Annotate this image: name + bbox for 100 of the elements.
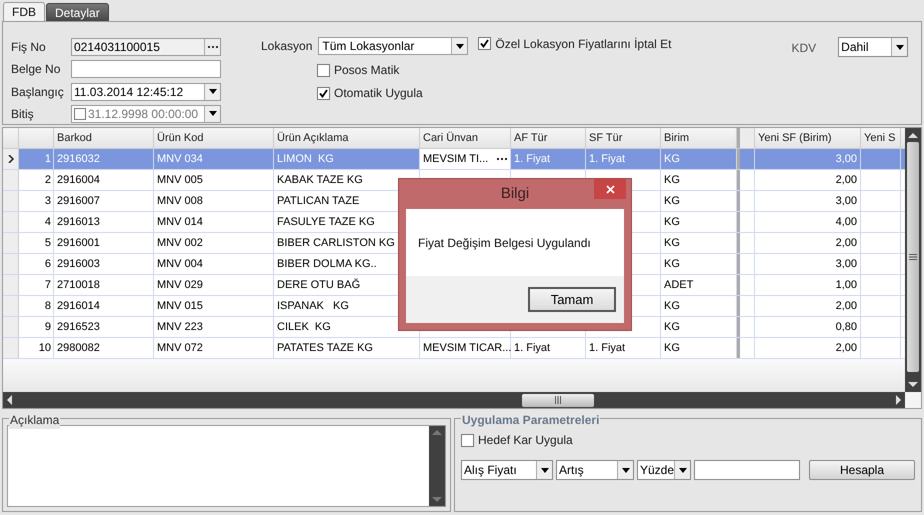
dropdown-button[interactable]: [451, 38, 468, 54]
input-field[interactable]: [71, 60, 221, 78]
table-cell-text: 2916001: [57, 236, 100, 251]
table-cell-text: 3,00: [836, 256, 857, 272]
scroll-thumb[interactable]: [522, 394, 594, 406]
check-icon: [319, 88, 328, 98]
dropdown[interactable]: Dahil: [838, 37, 908, 57]
scroll-thumb[interactable]: [907, 142, 919, 372]
checkbox[interactable]: [317, 64, 330, 76]
dropdown-button[interactable]: [674, 461, 690, 479]
vertical-scrollbar[interactable]: [905, 128, 921, 392]
scroll-right-icon[interactable]: [896, 395, 902, 405]
table-cell-text: 3,00: [836, 194, 857, 209]
checkbox[interactable]: [317, 86, 330, 100]
table-cell-text: 2916004: [57, 172, 100, 188]
field-label: Otomatik Uygula: [334, 85, 423, 102]
table-cell-text: MNV 004: [157, 256, 203, 272]
table-cell-text: KG: [664, 320, 680, 335]
table-cell-text: 2916013: [57, 214, 100, 230]
column-header[interactable]: Cari Ünvan: [420, 128, 511, 148]
caret-icon: [456, 44, 464, 48]
table-cell-text: 2,00: [836, 298, 857, 314]
dropdown[interactable]: Artış: [556, 460, 634, 480]
table-cell-text: MNV 008: [157, 194, 203, 209]
date-field[interactable]: 11.03.2014 12:45:12: [71, 82, 221, 101]
caret-icon: [208, 89, 216, 94]
table-cell-text: 2,00: [836, 172, 857, 188]
table-row[interactable]: 1 2916032 MNV 034 LIMON KG MEVSIM TI... 1. Fiyat 1. Fiyat KG 3,00: [3, 149, 905, 170]
scroll-left-icon[interactable]: [6, 395, 12, 405]
field-label: Özel Lokasyon Fiyatlarını İptal Et: [495, 37, 672, 51]
table-cell-text: KG: [664, 214, 680, 230]
dropdown-button[interactable]: [536, 461, 552, 479]
table-cell-text: 2980082: [57, 340, 100, 356]
table-cell-text: 2916014: [57, 298, 100, 314]
table-cell-text: 3,00: [836, 152, 857, 167]
dialog-message: Fiyat Değişim Belgesi Uygulandı: [418, 234, 591, 252]
tab[interactable]: FDB: [3, 2, 45, 21]
column-header[interactable]: AF Tür: [511, 128, 586, 148]
table-cell-text: KG: [664, 172, 680, 188]
input-field[interactable]: 0214031100015: [71, 38, 221, 56]
table-cell-text: KG: [664, 152, 680, 167]
field-label: Hedef Kar Uygula: [478, 432, 573, 449]
table-cell-text: 2916007: [57, 194, 100, 209]
dropdown[interactable]: Yüzde: [637, 460, 691, 480]
table-cell-text: 2916003: [57, 256, 100, 272]
ellipsis-button[interactable]: [204, 39, 220, 56]
row-number: 8: [19, 296, 54, 316]
dropdown[interactable]: Alış Fiyatı: [461, 460, 553, 480]
table-cell-text: MNV 002: [157, 236, 203, 251]
dropdown-button[interactable]: [617, 461, 633, 479]
table-cell-text: MNV 072: [157, 340, 203, 356]
table-cell-text: 4,00: [836, 214, 857, 230]
dropdown[interactable]: Tüm Lokasyonlar: [318, 37, 468, 55]
row-number: 7: [19, 275, 54, 295]
column-header[interactable]: Barkod: [54, 128, 154, 148]
table-cell-text: MEVSIM TI...: [423, 152, 490, 167]
field-label: Başlangıç: [11, 84, 65, 101]
table-cell-text: KABAK TAZE KG: [277, 172, 363, 188]
table-cell-text: DERE OTU BAĞ: [277, 278, 360, 293]
input-field[interactable]: [694, 460, 800, 480]
close-button[interactable]: [594, 179, 626, 199]
horizontal-scrollbar[interactable]: [3, 392, 905, 408]
table-cell-text: PATATES TAZE KG: [277, 340, 373, 356]
check-icon: [480, 39, 490, 48]
field-label: Posos Matik: [334, 62, 400, 79]
column-header[interactable]: Yeni SF (Birim): [755, 128, 861, 148]
column-header[interactable]: SF Tür: [586, 128, 661, 148]
table-cell-text: MNV 223: [157, 320, 203, 335]
checkbox[interactable]: [74, 108, 86, 120]
dropdown-button[interactable]: [891, 38, 908, 56]
table-cell-text: KG: [664, 298, 680, 314]
caret-icon: [896, 44, 904, 50]
field-label: Belge No: [11, 61, 62, 78]
table-cell-text: CILEK KG: [277, 320, 331, 335]
caret-icon: [208, 111, 216, 116]
column-header[interactable]: Ürün Kod: [154, 128, 274, 148]
table-cell-text: ISPANAK KG: [277, 298, 349, 314]
calculate-button[interactable]: Hesapla: [809, 460, 915, 480]
caret-icon: [622, 468, 630, 472]
checkbox[interactable]: [478, 37, 492, 50]
date-field[interactable]: 31.12.9998 00:00:00: [71, 104, 221, 123]
table-row[interactable]: 10 2980082 MNV 072 PATATES TAZE KG MEVSIM TICAR... 1. Fiyat 1. Fiyat KG 2,00: [3, 338, 905, 359]
dropdown-button[interactable]: [204, 84, 220, 100]
table-cell-text: MNV 014: [157, 214, 203, 230]
ok-button[interactable]: Tamam: [528, 287, 616, 312]
caret-icon: [678, 468, 687, 472]
tab[interactable]: Detaylar: [46, 3, 109, 21]
row-number: 3: [19, 191, 54, 211]
column-header[interactable]: Yeni S: [861, 128, 901, 148]
table-cell-text: FASULYE TAZE KG: [277, 214, 375, 230]
table-cell-text: KG: [664, 256, 680, 272]
row-pointer-icon: [8, 155, 14, 163]
table-cell-text: 0,80: [836, 320, 857, 335]
column-header[interactable]: Ürün Açıklama: [274, 128, 420, 148]
row-number: 4: [19, 212, 54, 232]
checkbox[interactable]: [461, 434, 474, 446]
table-cell-text: 2916523: [57, 320, 100, 335]
dropdown-button[interactable]: [204, 106, 220, 122]
table-cell-text: 2,00: [836, 236, 857, 251]
table-cell-text: 2916032: [57, 152, 100, 167]
